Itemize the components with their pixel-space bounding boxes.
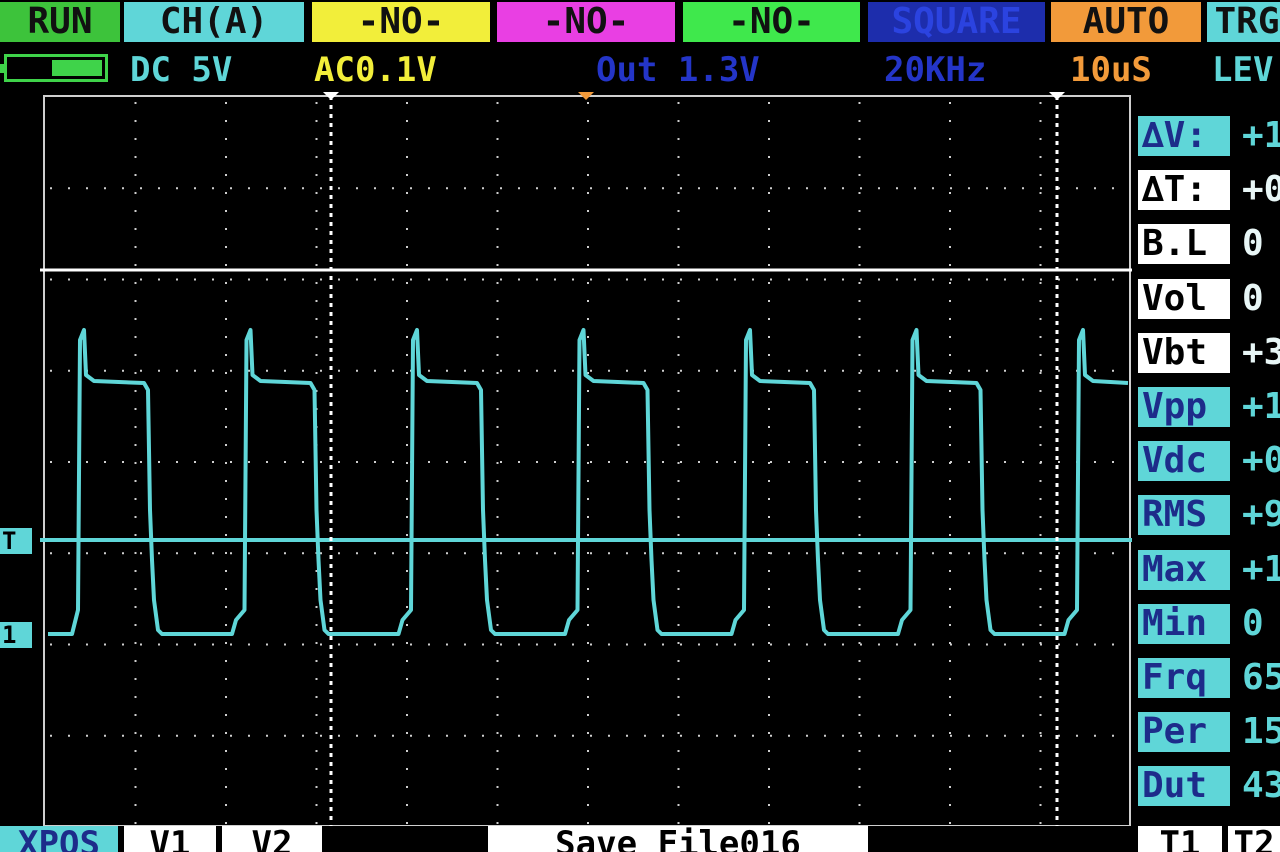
measurement-value: 65 [1242,658,1280,698]
measurement-label: Vbt [1138,332,1230,373]
channel-c-tab[interactable]: -NO- [497,2,675,42]
measurement-label: Min [1138,603,1230,644]
graticule-grid [50,102,1114,824]
output-frequency-readout: 20KHz [884,50,987,90]
channel-a-tab[interactable]: CH(A) [124,2,304,42]
measurement-value: +1 [1242,116,1280,156]
measurement-label: B.L [1138,224,1230,265]
measurement-label: Vpp [1138,387,1230,427]
measurement-label: Vol [1138,278,1230,319]
v1-button[interactable]: V1 [124,826,216,852]
t2-button[interactable]: T2 [1228,826,1280,852]
run-tab[interactable]: RUN [0,2,120,42]
measurement-label: Vdc [1138,441,1230,482]
measurement-label: Max [1138,549,1230,590]
t1-button[interactable]: T1 [1138,826,1222,852]
xpos-button[interactable]: XPOS [0,826,118,852]
measurement-value: +3 [1242,332,1280,373]
output-voltage-readout: Out 1.3V [596,50,760,90]
measurement-value: 0 [1242,603,1264,644]
output-wave-tab[interactable]: SQUARE [868,2,1045,42]
measurement-value: 0 [1242,278,1264,319]
measurement-label: ∆V: [1138,116,1230,156]
measurement-value: +0 [1242,170,1280,211]
measurement-value: 0 [1242,224,1264,265]
measurement-value: 15 [1242,712,1280,753]
display-frame [43,95,1131,826]
channel-1-marker[interactable]: 1 [0,622,32,648]
measurement-label: Per [1138,712,1230,753]
measurement-label: RMS [1138,495,1230,536]
timebase-readout: 10uS [1070,50,1152,90]
measurement-label: Frq [1138,658,1230,698]
measurement-value: +1 [1242,387,1280,427]
measurement-value: +0 [1242,441,1280,482]
measurement-label: ∆T: [1138,170,1230,211]
v2-button[interactable]: V2 [222,826,322,852]
waveform-display[interactable] [0,90,1136,826]
channel-d-tab[interactable]: -NO- [683,2,860,42]
trigger-level-marker[interactable]: T [0,528,32,554]
battery-icon [0,54,108,82]
coupling-readout: DC 5V [130,50,233,90]
measurement-value: 43 [1242,766,1280,807]
measurement-label: Dut [1138,766,1230,807]
trigger-tab[interactable]: TRG [1207,2,1280,42]
measurement-value: +1 [1242,549,1280,590]
trigger-level-readout: LEV [1212,50,1274,90]
save-file-button[interactable]: Save File016 [488,826,868,852]
trigger-mode-tab[interactable]: AUTO [1051,2,1201,42]
measurement-value: +9 [1242,495,1280,536]
channel-b-tab[interactable]: -NO- [312,2,490,42]
ac-readout: AC0.1V [314,50,437,90]
